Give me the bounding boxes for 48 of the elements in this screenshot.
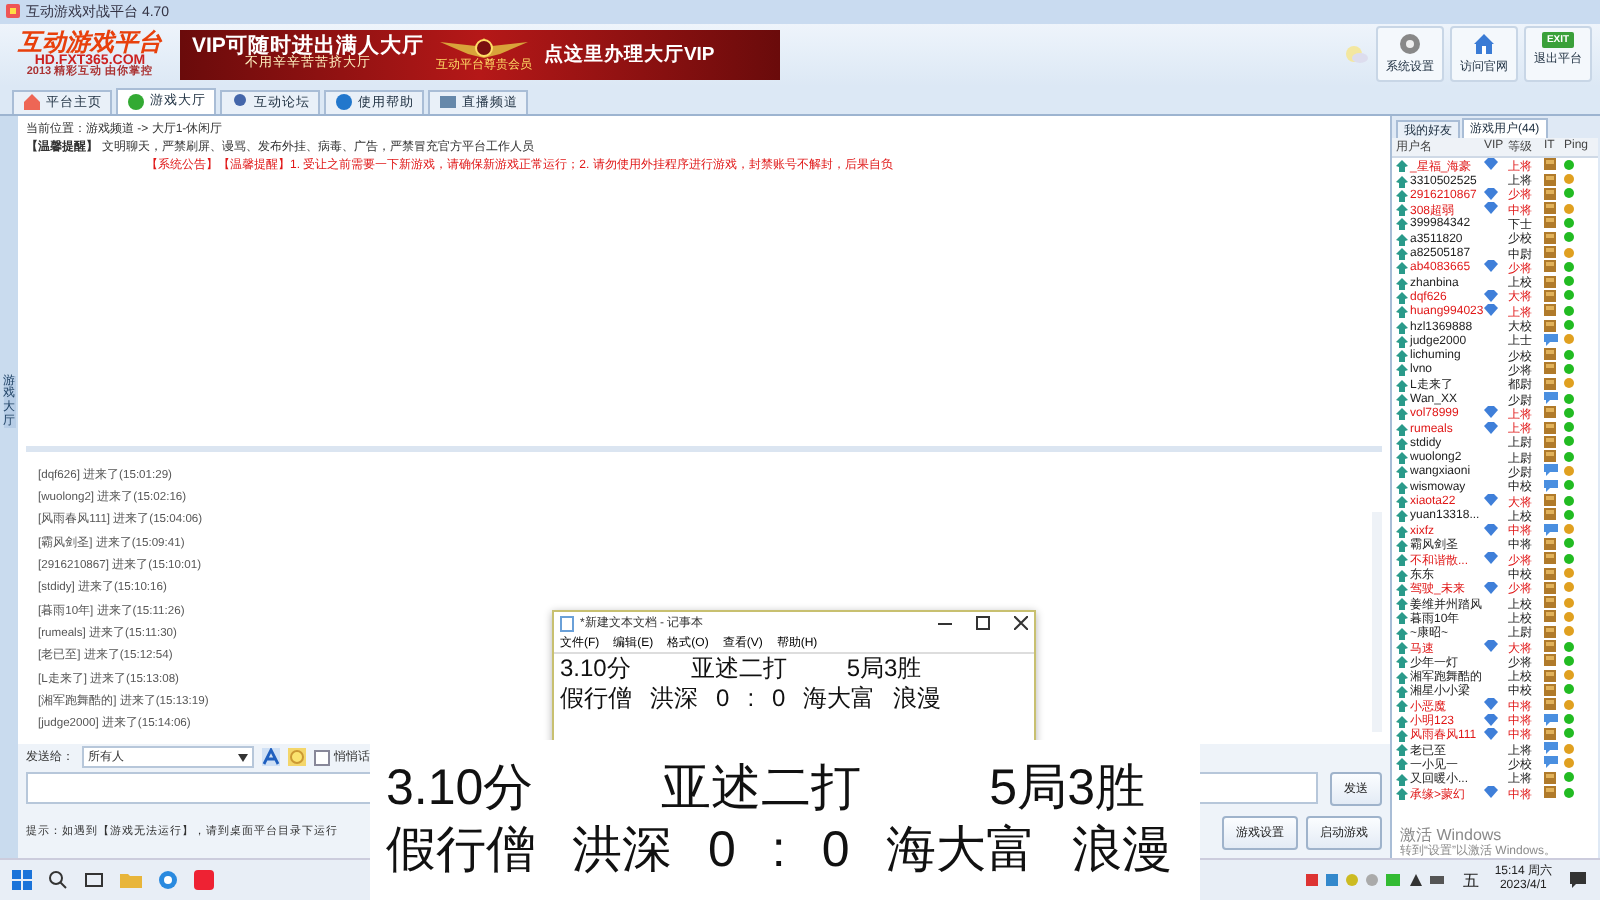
editor-text: 洪深	[650, 686, 698, 713]
large-text: 0	[708, 822, 736, 880]
vip-gem-icon	[1484, 552, 1498, 565]
ime-indicator[interactable]: 五	[1462, 869, 1479, 892]
windows-start-icon[interactable]	[12, 870, 32, 891]
vip-gem-icon	[1484, 640, 1498, 653]
browser-icon[interactable]	[158, 870, 178, 891]
home-icon	[22, 92, 42, 113]
house-icon	[1472, 32, 1496, 57]
vip-gem-icon	[1484, 786, 1498, 799]
editor-text: 0	[772, 686, 786, 713]
logo-name: 互动游戏平台	[18, 30, 162, 55]
editor-text: 5局3胜	[846, 656, 922, 683]
notification-icon[interactable]	[1568, 870, 1588, 891]
font-icon[interactable]	[262, 748, 280, 767]
app-icon	[6, 4, 20, 19]
large-text: :	[771, 822, 786, 880]
tray-icons-drawing	[1306, 872, 1447, 889]
maximize-icon[interactable]	[976, 616, 990, 630]
chat-app-icon[interactable]	[194, 870, 214, 891]
wings-emblem-icon	[439, 36, 528, 61]
task-view-icon[interactable]	[84, 870, 104, 891]
large-text: 0	[821, 822, 850, 880]
notepad-icon	[560, 615, 574, 631]
large-text: 洪深	[572, 822, 672, 880]
editor-text: 0	[716, 686, 730, 713]
editor-text: 海大富	[803, 686, 876, 713]
moon-cloud-icon	[1344, 44, 1368, 65]
editor-text: 3.10分	[560, 656, 631, 683]
vip-gem-icon	[1484, 581, 1498, 594]
caret-icon	[238, 753, 248, 762]
search-icon[interactable]	[48, 870, 68, 891]
settings-icon	[1398, 32, 1422, 57]
vip-gem-icon	[1484, 523, 1498, 536]
close-icon[interactable]	[1014, 616, 1028, 630]
editor-text: 亚述二打	[690, 656, 787, 683]
banner-cta: 点这里办理大厅VIP	[543, 41, 715, 68]
editor-text: :	[747, 686, 755, 713]
large-text: 海大富	[885, 822, 1036, 880]
large-text: 假行僧	[386, 822, 536, 880]
whisper-checkbox[interactable]	[314, 749, 330, 766]
large-text: 3.10分	[386, 760, 534, 818]
activation-title: 激活 Windows	[1400, 828, 1502, 844]
vip-gem-icon	[1484, 494, 1498, 507]
vip-gem-icon	[1484, 260, 1498, 273]
editor-text: 假行僧	[560, 686, 632, 713]
editor-text: 浪漫	[893, 686, 942, 713]
large-text: 浪漫	[1071, 822, 1172, 880]
